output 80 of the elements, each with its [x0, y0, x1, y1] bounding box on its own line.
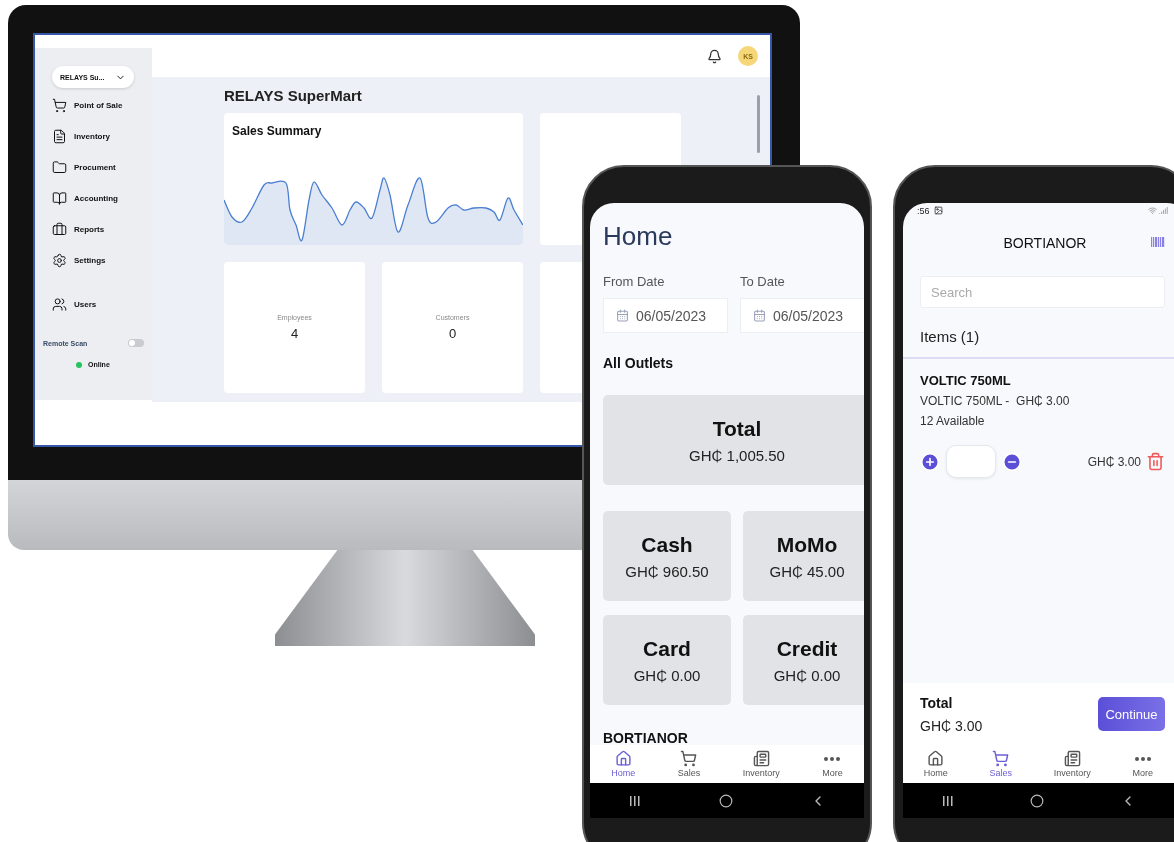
field-label: From Date	[603, 274, 666, 289]
nav-item[interactable]: Point of Sale	[52, 96, 152, 114]
nav-item[interactable]: Procument	[52, 158, 152, 176]
card-label: Credit	[776, 636, 838, 661]
calendar-icon	[616, 309, 629, 322]
screen-title: BORTIANOR	[1003, 235, 1087, 251]
calendar-icon	[753, 309, 766, 322]
recents-icon[interactable]	[940, 793, 955, 808]
stat-value: 4	[290, 326, 299, 341]
folder-icon	[52, 159, 67, 175]
tab[interactable]: Home	[611, 750, 636, 778]
screen-title: Home	[603, 221, 674, 252]
outlet-name: BORTIANOR	[603, 730, 689, 745]
nav-item[interactable]: Accounting	[52, 189, 152, 207]
signal-icon	[1159, 206, 1168, 215]
page-title: RELAYS SuperMart	[224, 87, 363, 104]
tab[interactable]: More	[822, 750, 843, 778]
stat-value: 0	[448, 326, 457, 341]
status-time: :56	[917, 205, 930, 216]
line-total: GH₵ 3.00	[1087, 454, 1141, 469]
tab[interactable]: Inventory	[1053, 750, 1091, 778]
home-icon[interactable]	[719, 793, 733, 808]
card-label: MoMo	[776, 532, 838, 557]
scrollbar	[757, 95, 760, 153]
home-icon[interactable]	[1030, 793, 1045, 808]
plus-icon[interactable]	[920, 451, 940, 472]
bell-icon[interactable]	[707, 48, 722, 64]
search-field[interactable]: Search	[920, 276, 1165, 308]
settings-icon	[52, 252, 67, 268]
tab[interactable]: Home	[923, 750, 948, 778]
nav-item[interactable]: Settings	[52, 251, 152, 269]
card-amount: GH₵ 1,005.50	[689, 446, 785, 464]
date-field[interactable]: 06/05/2023	[603, 298, 728, 333]
cart-icon	[680, 750, 698, 767]
date-field[interactable]: 06/05/2023	[740, 298, 864, 333]
users-icon	[52, 296, 67, 312]
card-amount: GH₵ 960.50	[625, 562, 709, 580]
home-icon	[614, 750, 632, 767]
card-title: Sales Summary	[231, 123, 323, 138]
barcode-icon[interactable]	[1151, 237, 1165, 247]
card-amount: GH₵ 45.00	[769, 562, 845, 580]
card-label: Cash	[641, 532, 693, 557]
card-label: Card	[643, 636, 691, 661]
tab[interactable]: Inventory	[742, 750, 780, 778]
field-label: To Date	[740, 274, 786, 289]
image-icon	[933, 206, 943, 215]
cart-icon	[992, 750, 1010, 767]
minus-icon[interactable]	[1002, 451, 1022, 472]
list-icon	[1063, 750, 1081, 767]
list-icon	[752, 750, 770, 767]
more-icon	[1134, 756, 1151, 761]
tab[interactable]: Sales	[989, 750, 1013, 778]
home-icon	[927, 750, 945, 767]
card-amount: GH₵ 0.00	[773, 666, 841, 684]
more-icon	[824, 756, 841, 761]
continue-button[interactable]: Continue	[1098, 697, 1165, 731]
recents-icon[interactable]	[628, 793, 643, 808]
item-name: VOLTIC 750ML	[920, 373, 1012, 388]
tab[interactable]: More	[1132, 750, 1154, 778]
total-amount: GH₵ 3.00	[920, 717, 983, 734]
nav-item[interactable]: Reports	[52, 220, 152, 238]
total-label: Total	[920, 694, 954, 711]
quantity-field[interactable]	[946, 445, 996, 478]
tab[interactable]: Sales	[677, 750, 701, 778]
document-icon	[52, 128, 67, 144]
card-amount: GH₵ 0.00	[633, 666, 701, 684]
briefcase-icon	[52, 221, 67, 237]
nav-item[interactable]: Users	[52, 295, 152, 313]
stock-text: 12 Available	[920, 414, 986, 428]
toggle-switch[interactable]	[128, 339, 144, 347]
nav-item[interactable]: Inventory	[52, 127, 152, 145]
wifi-icon	[1148, 206, 1157, 215]
items-heading: Items (1)	[920, 328, 981, 345]
status-dot	[76, 361, 82, 368]
cart-icon	[52, 97, 67, 113]
book-icon	[52, 190, 67, 206]
card-label: Total	[712, 416, 762, 441]
trash-icon[interactable]	[1146, 452, 1165, 471]
section-title: All Outlets	[603, 355, 674, 371]
item-description: VOLTIC 750ML - GH₵ 3.00	[920, 394, 1071, 408]
